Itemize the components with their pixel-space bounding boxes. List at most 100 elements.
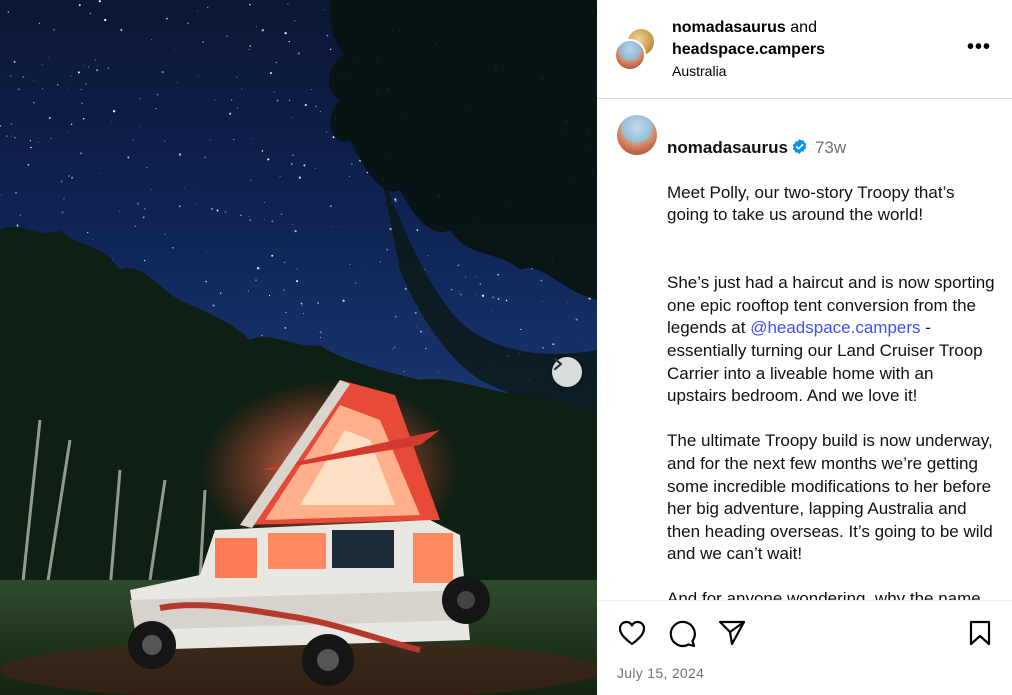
verified-badge-icon bbox=[792, 138, 807, 154]
star bbox=[298, 176, 301, 179]
star bbox=[416, 326, 417, 327]
star bbox=[85, 83, 87, 86]
star bbox=[92, 238, 94, 240]
star bbox=[22, 76, 25, 79]
star bbox=[53, 28, 56, 31]
star bbox=[241, 88, 243, 90]
star bbox=[267, 158, 270, 161]
star bbox=[329, 205, 332, 208]
star bbox=[27, 163, 30, 166]
star bbox=[261, 29, 264, 32]
star bbox=[531, 268, 533, 270]
avatar[interactable] bbox=[617, 115, 657, 155]
star bbox=[458, 290, 461, 292]
star bbox=[164, 140, 166, 142]
post-header: nomadasaurus and headspace.campers Austr… bbox=[597, 0, 1012, 99]
star bbox=[404, 287, 407, 291]
paper-plane-icon[interactable] bbox=[717, 619, 747, 647]
star bbox=[144, 259, 146, 262]
star bbox=[86, 231, 89, 234]
star bbox=[155, 107, 157, 110]
star bbox=[0, 124, 2, 127]
star bbox=[294, 229, 297, 233]
star bbox=[351, 163, 353, 165]
star bbox=[459, 293, 462, 296]
star bbox=[120, 28, 123, 32]
caption-username[interactable]: nomadasaurus bbox=[667, 138, 788, 157]
photo-scene bbox=[0, 0, 597, 695]
heart-icon[interactable] bbox=[617, 619, 647, 647]
collab-avatars[interactable] bbox=[614, 27, 658, 71]
star bbox=[151, 189, 152, 191]
post-photo bbox=[0, 0, 597, 695]
star bbox=[165, 17, 168, 20]
star bbox=[379, 261, 381, 263]
star bbox=[276, 99, 279, 102]
star bbox=[296, 268, 298, 270]
star bbox=[284, 31, 287, 35]
star bbox=[392, 349, 393, 351]
post-date[interactable]: July 15, 2024 bbox=[617, 665, 704, 681]
star bbox=[261, 150, 264, 152]
username-link[interactable]: headspace.campers bbox=[672, 41, 825, 58]
star bbox=[80, 152, 83, 155]
star bbox=[479, 282, 482, 285]
star bbox=[296, 280, 299, 283]
star bbox=[7, 97, 9, 99]
star bbox=[134, 225, 137, 228]
star bbox=[37, 141, 39, 143]
post-time[interactable]: 73w bbox=[815, 138, 846, 157]
star bbox=[207, 6, 209, 8]
star bbox=[349, 176, 351, 177]
star bbox=[237, 113, 238, 114]
star bbox=[264, 219, 265, 221]
star bbox=[419, 330, 423, 333]
star bbox=[279, 175, 281, 177]
star bbox=[492, 296, 494, 299]
star bbox=[82, 117, 85, 120]
star bbox=[233, 138, 235, 141]
star bbox=[314, 168, 316, 170]
star bbox=[292, 154, 294, 156]
username-link[interactable]: nomadasaurus bbox=[672, 19, 786, 36]
star bbox=[214, 99, 216, 101]
caption-paragraph: Meet Polly, our two-story Troopy that’s … bbox=[667, 182, 955, 225]
star bbox=[474, 276, 476, 278]
star bbox=[70, 176, 74, 179]
star bbox=[326, 34, 329, 37]
star bbox=[542, 300, 544, 302]
star bbox=[240, 214, 242, 216]
star bbox=[229, 112, 232, 115]
star bbox=[283, 261, 286, 264]
star bbox=[303, 164, 306, 167]
comment-icon[interactable] bbox=[667, 619, 697, 649]
star bbox=[82, 65, 84, 66]
star bbox=[45, 43, 46, 45]
star bbox=[332, 136, 335, 139]
more-options-button[interactable]: ••• bbox=[967, 36, 991, 59]
star bbox=[416, 229, 419, 231]
star bbox=[136, 202, 140, 205]
star bbox=[77, 71, 80, 74]
star bbox=[304, 103, 307, 107]
location-link[interactable]: Australia bbox=[672, 63, 726, 79]
star bbox=[285, 311, 287, 314]
star bbox=[68, 175, 70, 177]
star bbox=[205, 280, 207, 283]
star bbox=[41, 64, 43, 65]
next-photo-button[interactable] bbox=[552, 357, 582, 387]
collab-usernames: nomadasaurus and headspace.campers bbox=[672, 17, 825, 61]
star bbox=[7, 11, 9, 13]
star bbox=[13, 60, 16, 63]
star bbox=[285, 165, 286, 167]
star bbox=[112, 258, 114, 261]
star bbox=[540, 319, 542, 321]
post-side-panel: nomadasaurus and headspace.campers Austr… bbox=[597, 0, 1012, 695]
mention-link[interactable]: @headspace.campers bbox=[750, 318, 920, 337]
star bbox=[326, 131, 328, 133]
star bbox=[205, 251, 207, 253]
bookmark-icon[interactable] bbox=[967, 619, 993, 647]
star bbox=[319, 110, 322, 113]
star bbox=[216, 209, 219, 212]
star bbox=[161, 71, 164, 74]
